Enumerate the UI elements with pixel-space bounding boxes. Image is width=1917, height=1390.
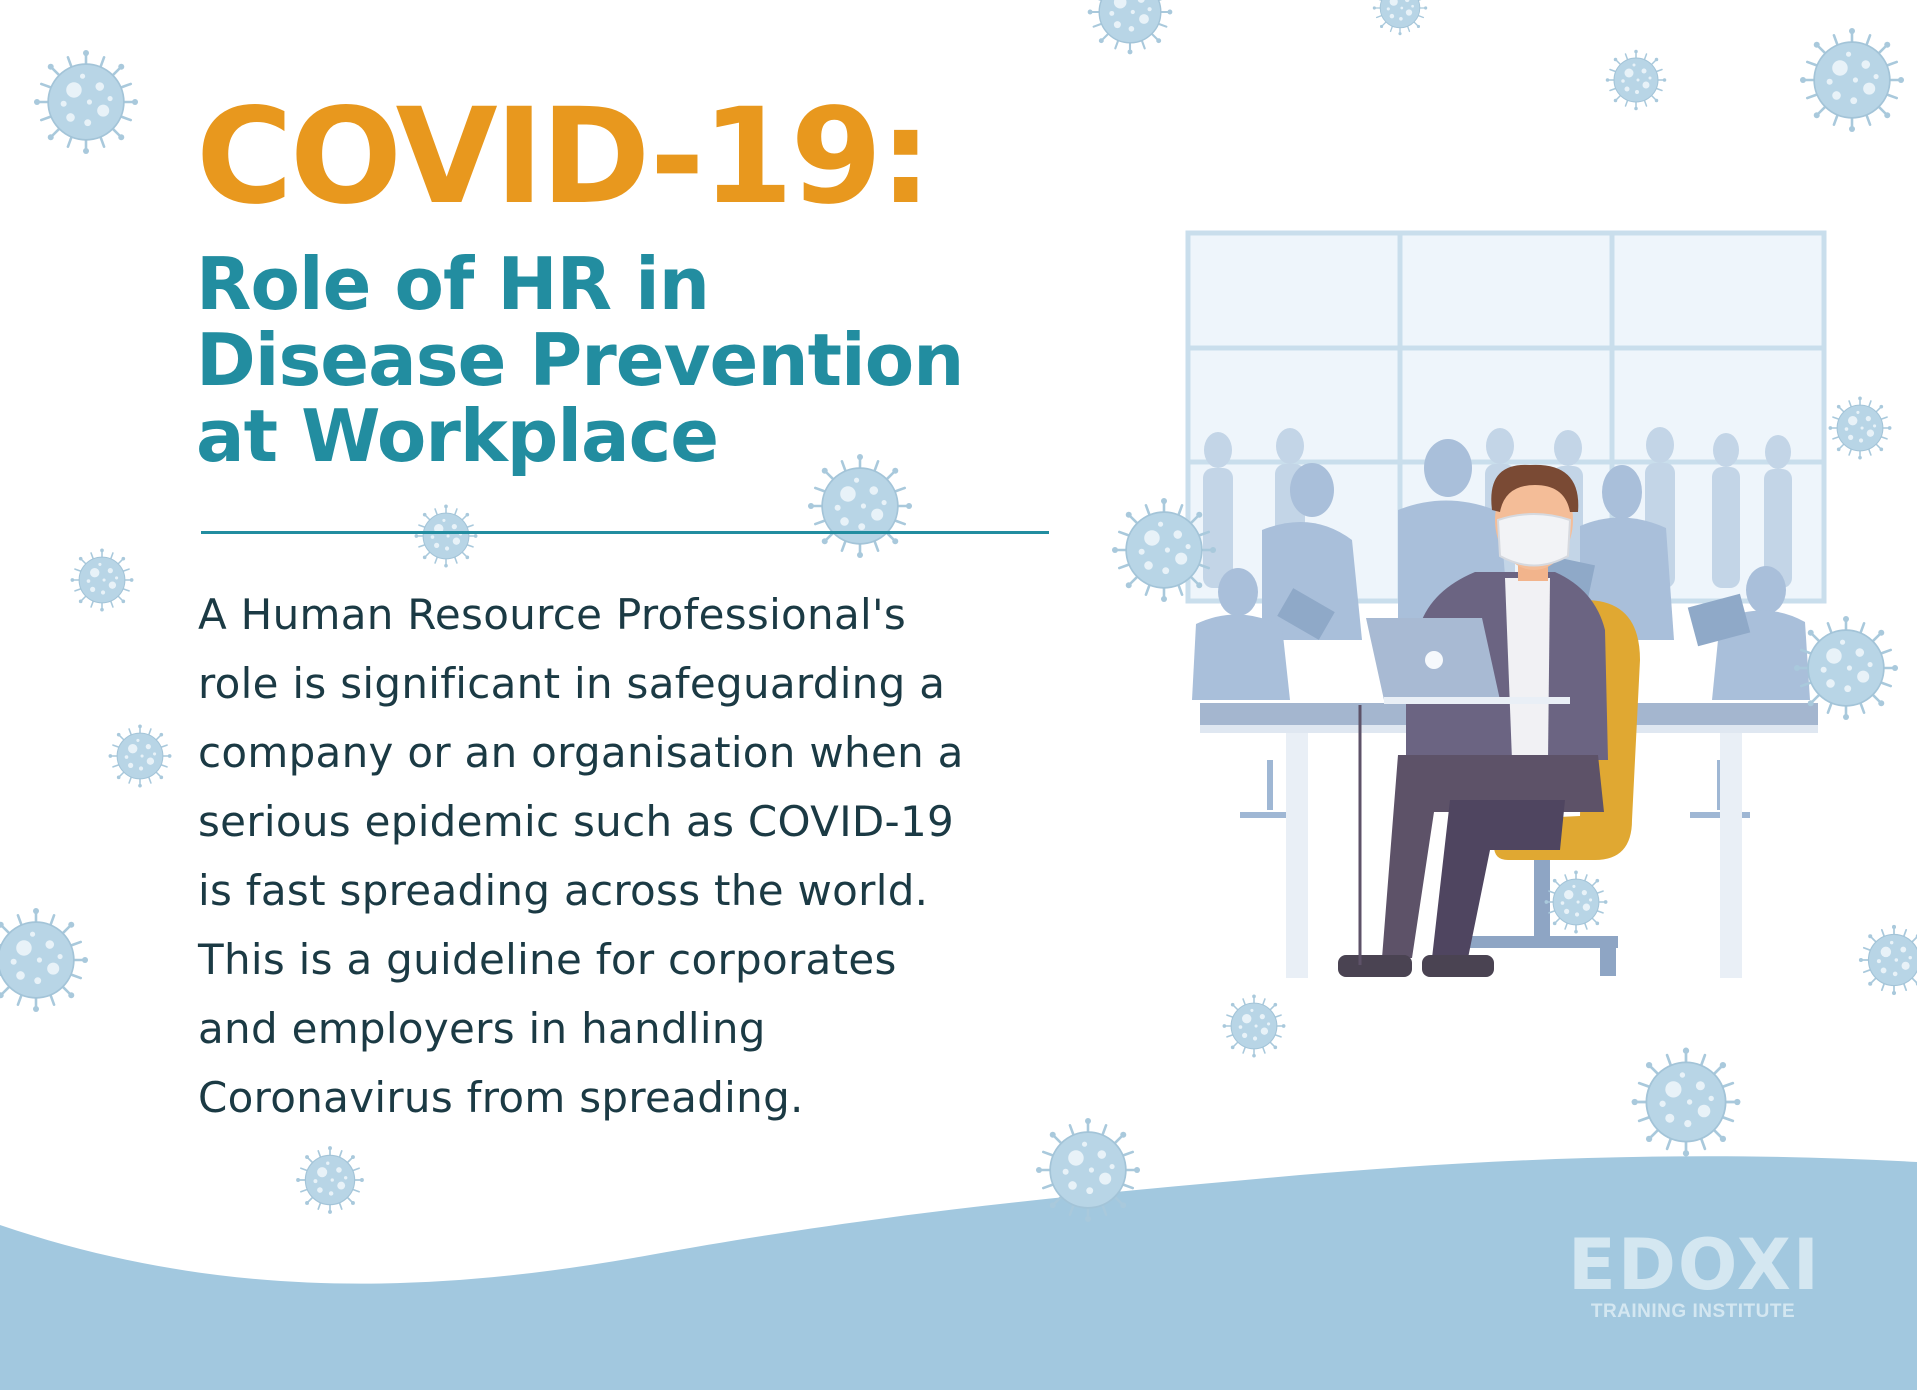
virus-icon [32, 48, 140, 156]
virus-icon [1827, 395, 1893, 461]
paragraph-line: and employers in handling [198, 1004, 766, 1053]
subtitle-line: Role of HR in [196, 242, 710, 326]
virus-icon [1372, 0, 1428, 36]
virus-icon [1798, 26, 1906, 134]
virus-icon [1630, 1046, 1742, 1158]
virus-icon [295, 1145, 365, 1215]
virus-icon [107, 723, 173, 789]
subtitle-line: Disease Prevention [196, 318, 964, 402]
virus-icon [1086, 0, 1174, 56]
virus-icon [1034, 1116, 1142, 1224]
intro-paragraph: A Human Resource Professional's role is … [198, 580, 1158, 1132]
page-title: COVID-19: [196, 80, 932, 234]
brand-logo: EDOXI TRAINING INSTITUTE [1568, 1224, 1821, 1324]
page-subtitle: Role of HR in Disease Prevention at Work… [196, 242, 964, 478]
paragraph-line: company or an organisation when a [198, 728, 964, 777]
brand-tagline: TRAINING INSTITUTE [1590, 1301, 1796, 1322]
paragraph-line: A Human Resource Professional's [198, 590, 907, 639]
divider-line [201, 531, 1049, 534]
brand-name: EDOXI [1568, 1224, 1821, 1306]
virus-icon [69, 547, 135, 613]
virus-icon [1221, 993, 1287, 1059]
virus-icon [1605, 49, 1667, 111]
paragraph-line: This is a guideline for corporates [198, 935, 897, 984]
virus-icon [1792, 614, 1900, 722]
paragraph-line: Coronavirus from spreading. [198, 1073, 804, 1122]
paragraph-line: serious epidemic such as COVID-19 [198, 797, 955, 846]
subtitle-line: at Workplace [196, 394, 719, 478]
virus-icon [0, 906, 90, 1014]
virus-icon [1543, 869, 1609, 935]
paragraph-line: role is significant in safeguarding a [198, 659, 946, 708]
paragraph-line: is fast spreading across the world. [198, 866, 929, 915]
virus-icon [413, 503, 479, 569]
virus-icon [1858, 924, 1917, 996]
